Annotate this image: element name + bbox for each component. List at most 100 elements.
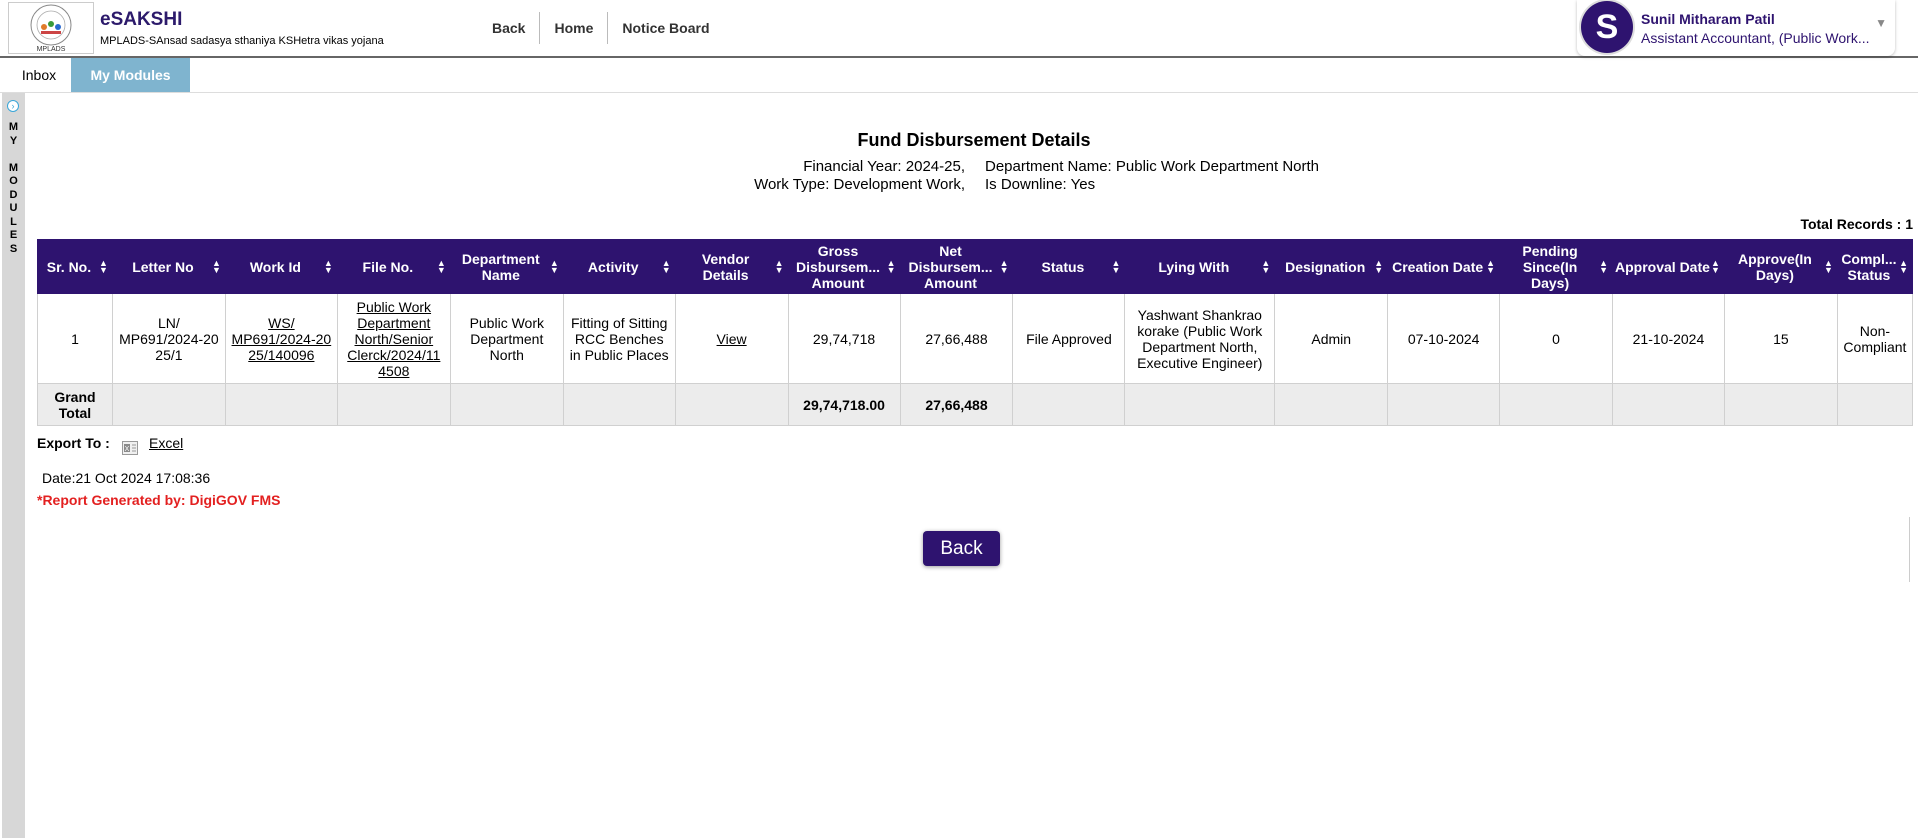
- column-header-sr-no[interactable]: Sr. No. ▲ ▼: [37, 239, 113, 294]
- grand-total-gross: 29,74,718.00: [787, 383, 901, 426]
- cell-lying-with: Yashwant Shankrao korake (Public Work De…: [1124, 293, 1276, 384]
- sort-icon[interactable]: ▲ ▼: [1261, 258, 1270, 274]
- empty-cell: [111, 383, 226, 426]
- sort-icon[interactable]: ▲ ▼: [1599, 258, 1608, 274]
- column-header-approval-date[interactable]: Approval Date ▲ ▼: [1612, 239, 1725, 294]
- column-header-activity[interactable]: Activity ▲ ▼: [562, 239, 676, 294]
- total-records: Total Records : 1: [1800, 216, 1913, 232]
- nav-notice-board-link[interactable]: Notice Board: [607, 12, 723, 44]
- column-header-designation[interactable]: Designation ▲ ▼: [1274, 239, 1389, 294]
- sort-icon[interactable]: ▲ ▼: [324, 258, 333, 274]
- sort-icon[interactable]: ▲ ▼: [775, 258, 784, 274]
- cell-net-amount: 27,66,488: [899, 293, 1014, 384]
- cell-status: File Approved: [1012, 293, 1126, 384]
- app-header: MPLADS eSAKSHI MPLADS-SAnsad sadasya sth…: [0, 0, 1918, 58]
- table-row: 1 LN/ MP691/2024-20 25/1 WS/ MP691/2024-…: [37, 293, 1914, 384]
- column-header-approve-days[interactable]: Approve(In Days) ▲ ▼: [1723, 239, 1838, 294]
- sort-icon[interactable]: ▲ ▼: [1824, 258, 1833, 274]
- sort-icon[interactable]: ▲ ▼: [437, 258, 446, 274]
- cell-activity: Fitting of Sitting RCC Benches in Public…: [562, 293, 676, 384]
- column-header-letter-no[interactable]: Letter No ▲ ▼: [111, 239, 226, 294]
- top-nav: Back Home Notice Board: [480, 12, 724, 44]
- column-header-pending-since[interactable]: Pending Since(In Days) ▲ ▼: [1499, 239, 1613, 294]
- avatar: S: [1581, 1, 1633, 53]
- empty-cell: [1124, 383, 1276, 426]
- cell-department-name: Public Work Department North: [449, 293, 564, 384]
- cell-approval-date: 21-10-2024: [1612, 293, 1725, 384]
- sort-icon[interactable]: ▲ ▼: [1374, 258, 1383, 274]
- sort-icon[interactable]: ▲ ▼: [1111, 258, 1120, 274]
- back-button[interactable]: Back: [923, 531, 1000, 566]
- empty-cell: [336, 383, 451, 426]
- grand-total-label: Grand Total: [37, 383, 113, 426]
- empty-cell: [562, 383, 676, 426]
- cell-pending-since: 0: [1499, 293, 1613, 384]
- grand-total-net: 27,66,488: [899, 383, 1014, 426]
- scrollbar-track[interactable]: [1909, 517, 1910, 582]
- sort-icon[interactable]: ▲ ▼: [1711, 258, 1720, 274]
- column-header-file-no[interactable]: File No. ▲ ▼: [336, 239, 451, 294]
- sort-icon[interactable]: ▲ ▼: [550, 258, 559, 274]
- sort-icon[interactable]: ▲ ▼: [1899, 258, 1908, 274]
- user-name: Sunil Mitharam Patil: [1641, 11, 1775, 27]
- nav-home-link[interactable]: Home: [539, 12, 607, 44]
- excel-icon[interactable]: X: [122, 441, 138, 455]
- table-header-row: Sr. No. ▲ ▼ Letter No ▲ ▼ Work Id ▲ ▼ File No.…: [37, 239, 1914, 294]
- sort-icon[interactable]: ▲ ▼: [887, 258, 896, 274]
- empty-cell: [1274, 383, 1389, 426]
- expand-icon[interactable]: ›: [7, 100, 19, 112]
- cell-letter-no: LN/ MP691/2024-20 25/1: [111, 293, 226, 384]
- sort-icon[interactable]: ▲ ▼: [212, 258, 221, 274]
- app-subtitle: MPLADS-SAnsad sadasya sthaniya KSHetra v…: [100, 35, 384, 47]
- main-tabs: Inbox My Modules: [0, 58, 1918, 93]
- empty-cell: [674, 383, 789, 426]
- empty-cell: [1387, 383, 1501, 426]
- sort-icon[interactable]: ▲ ▼: [662, 258, 671, 274]
- my-modules-rail: › M Y M O D U L E S: [2, 93, 25, 838]
- cell-approve-days: 15: [1723, 293, 1838, 384]
- user-role: Assistant Accountant, (Public Work...: [1641, 30, 1870, 46]
- svg-text:MPLADS: MPLADS: [37, 46, 66, 53]
- column-header-net-amount[interactable]: Net Disbursem... Amount ▲ ▼: [899, 239, 1014, 294]
- work-type: Work Type: Development Work,: [754, 176, 965, 193]
- work-id-link[interactable]: WS/ MP691/2024-20 25/140096: [232, 315, 332, 363]
- cell-vendor-details: View: [674, 293, 789, 384]
- column-header-compliance-status[interactable]: Compl... Status ▲ ▼: [1836, 239, 1914, 294]
- cell-file-no: Public Work Department North/Senior Cler…: [336, 293, 451, 384]
- empty-cell: [1612, 383, 1725, 426]
- app-title: eSAKSHI: [100, 9, 183, 30]
- sort-icon[interactable]: ▲ ▼: [1000, 258, 1009, 274]
- nav-back-link[interactable]: Back: [480, 12, 539, 44]
- tab-inbox[interactable]: Inbox: [8, 58, 70, 92]
- cell-work-id: WS/ MP691/2024-20 25/140096: [224, 293, 338, 384]
- cell-compliance-status: Non-Compliant: [1836, 293, 1914, 384]
- empty-cell: [449, 383, 564, 426]
- empty-cell: [1012, 383, 1126, 426]
- column-header-gross-amount[interactable]: Gross Disbursem... Amount ▲ ▼: [787, 239, 901, 294]
- column-header-work-id[interactable]: Work Id ▲ ▼: [224, 239, 338, 294]
- sort-icon[interactable]: ▲ ▼: [1486, 258, 1495, 274]
- column-header-vendor-details[interactable]: Vendor Details ▲ ▼: [674, 239, 789, 294]
- vendor-view-link[interactable]: View: [717, 331, 747, 347]
- column-header-department-name[interactable]: Department Name ▲ ▼: [449, 239, 564, 294]
- svg-text:X: X: [125, 446, 130, 453]
- sort-icon[interactable]: ▲ ▼: [99, 258, 108, 274]
- grand-total-row: Grand Total 29,74,718.00 27,66,488: [37, 383, 1914, 426]
- file-no-link[interactable]: Public Work Department North/Senior Cler…: [347, 299, 440, 379]
- column-header-creation-date[interactable]: Creation Date ▲ ▼: [1387, 239, 1501, 294]
- fund-disbursement-table: Sr. No. ▲ ▼ Letter No ▲ ▼ Work Id ▲ ▼ File No.…: [37, 239, 1914, 426]
- column-header-status[interactable]: Status ▲ ▼: [1012, 239, 1126, 294]
- export-label: Export To :: [37, 435, 110, 451]
- empty-cell: [1836, 383, 1914, 426]
- export-excel-link[interactable]: Excel: [149, 435, 183, 451]
- tab-my-modules[interactable]: My Modules: [71, 58, 190, 92]
- cell-designation: Admin: [1274, 293, 1389, 384]
- column-header-lying-with[interactable]: Lying With ▲ ▼: [1124, 239, 1276, 294]
- chevron-down-icon[interactable]: ▼: [1875, 16, 1887, 30]
- cell-creation-date: 07-10-2024: [1387, 293, 1501, 384]
- user-menu[interactable]: S Sunil Mitharam Patil Assistant Account…: [1577, 0, 1895, 56]
- mplads-logo: MPLADS: [8, 2, 94, 54]
- empty-cell: [224, 383, 338, 426]
- empty-cell: [1499, 383, 1613, 426]
- report-date: Date:21 Oct 2024 17:08:36: [42, 470, 211, 486]
